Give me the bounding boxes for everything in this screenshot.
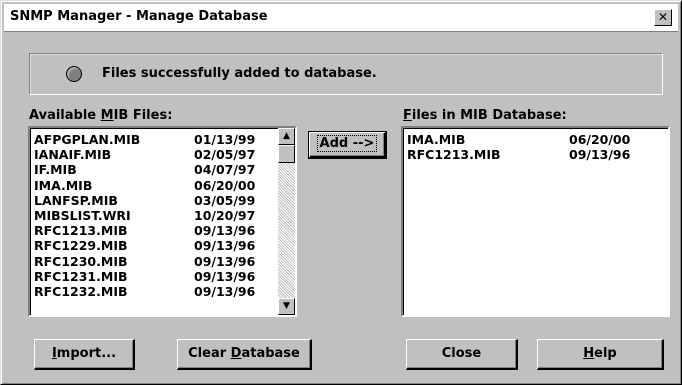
file-date: 09/13/96: [194, 284, 256, 299]
scroll-up-button[interactable]: ▲: [278, 128, 295, 145]
dialog-window: SNMP Manager - Manage Database ✕ Files s…: [0, 0, 682, 385]
file-name: LANFSP.MIB: [34, 192, 118, 208]
file-name: IANAIF.MIB: [34, 147, 112, 163]
file-name: RFC1232.MIB: [34, 284, 128, 299]
file-name: RFC1213.MIB: [407, 147, 501, 163]
file-name: RFC1230.MIB: [34, 253, 128, 269]
import-button[interactable]: Import...: [34, 339, 135, 370]
close-icon: ✕: [657, 10, 669, 24]
available-files-list[interactable]: AFPGPLAN.MIB 01/13/99 IANAIF.MIB 02/05/97 IF…: [28, 126, 297, 317]
file-name: RFC1231.MIB: [34, 268, 128, 284]
database-files-list[interactable]: IMA.MIB 06/20/00 RFC1213.MIB 09/13/96: [401, 126, 670, 317]
close-window-button[interactable]: ✕: [654, 9, 672, 26]
status-led-icon: [66, 66, 82, 82]
window-title: SNMP Manager - Manage Database: [10, 9, 268, 24]
file-name: MIBSLIST.WRI: [34, 208, 131, 223]
file-date: 02/05/97: [194, 147, 256, 163]
file-date: 09/13/96: [194, 238, 256, 254]
scroll-down-button[interactable]: ▼: [278, 298, 295, 315]
help-button[interactable]: Help: [537, 339, 664, 370]
file-name: RFC1229.MIB: [34, 238, 128, 254]
file-date: 01/13/99: [194, 132, 256, 147]
close-button[interactable]: Close: [406, 339, 518, 370]
status-message: Files successfully added to database.: [102, 66, 377, 81]
scroll-down-icon: ▼: [283, 301, 290, 311]
add-button[interactable]: Add -->: [308, 131, 387, 159]
scroll-thumb[interactable]: [278, 145, 295, 163]
file-date: 06/20/00: [194, 177, 256, 193]
scroll-up-icon: ▲: [283, 131, 290, 141]
available-files-scrollbar[interactable]: ▲ ▼: [278, 128, 295, 315]
file-name: AFPGPLAN.MIB: [34, 132, 141, 147]
database-files-label: Files in MIB Database:: [403, 108, 567, 123]
available-files-label: Available MIB Files:: [29, 108, 173, 123]
file-name: IMA.MIB: [407, 132, 466, 147]
file-date: 09/13/96: [194, 223, 256, 239]
status-panel: Files successfully added to database.: [29, 53, 663, 95]
file-name: RFC1213.MIB: [34, 223, 128, 239]
file-date: 09/13/96: [194, 268, 256, 284]
file-name: IMA.MIB: [34, 177, 93, 193]
title-bar[interactable]: SNMP Manager - Manage Database ✕: [4, 4, 678, 32]
file-date: 09/13/96: [569, 147, 631, 163]
file-date: 03/05/99: [194, 192, 256, 208]
add-button-label: Add -->: [316, 135, 378, 152]
clear-database-button[interactable]: Clear Database: [177, 339, 312, 370]
file-date: 04/07/97: [194, 162, 256, 178]
file-name: IF.MIB: [34, 162, 77, 178]
file-date: 10/20/97: [194, 208, 256, 223]
file-date: 09/13/96: [194, 253, 256, 269]
file-date: 06/20/00: [569, 132, 631, 147]
